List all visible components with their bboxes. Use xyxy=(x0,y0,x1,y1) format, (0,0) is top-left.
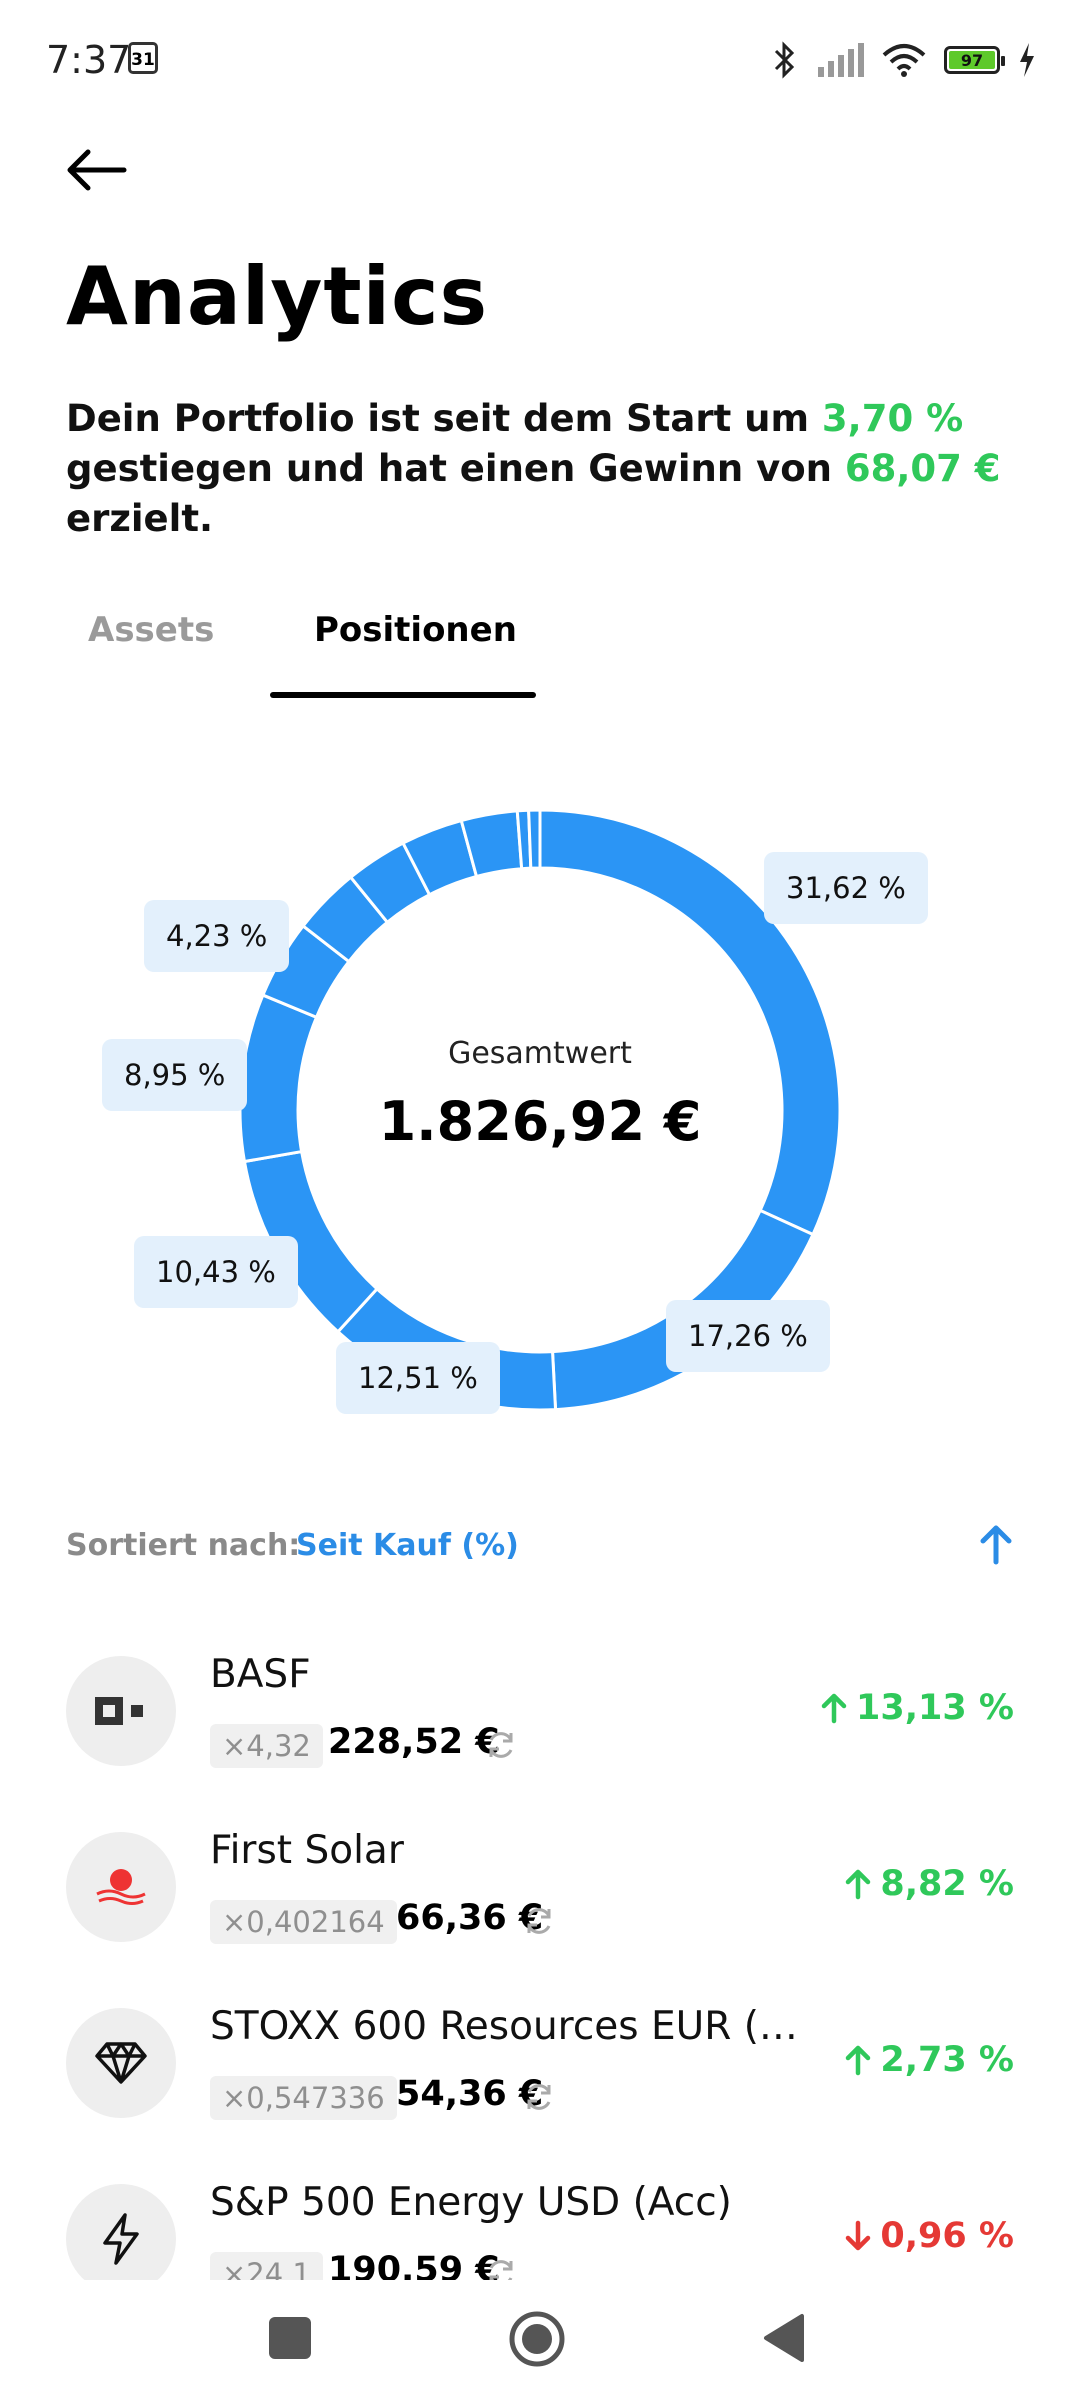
wifi-icon xyxy=(882,44,926,77)
battery-icon: 97 xyxy=(944,46,1005,74)
position-change: 8,82 % xyxy=(844,1864,1014,1904)
system-nav-bar xyxy=(0,2280,1080,2400)
back-nav-button[interactable] xyxy=(762,2312,806,2368)
position-change: 2,73 % xyxy=(844,2040,1014,2080)
arrow-up-icon xyxy=(821,1693,847,1724)
donut-slice[interactable] xyxy=(527,808,542,870)
position-name: STOXX 600 Resources EUR (A... xyxy=(210,2004,820,2049)
bluetooth-icon xyxy=(774,41,795,79)
donut-slice[interactable] xyxy=(238,993,319,1164)
tab-indicator xyxy=(270,692,536,698)
sync-icon xyxy=(489,1732,513,1758)
signal-icon xyxy=(818,43,864,77)
triangle-back-icon xyxy=(764,2314,804,2362)
arrow-left-icon xyxy=(67,149,127,191)
position-value: 228,52 € xyxy=(328,1722,500,1762)
slice-label: 8,95 % xyxy=(102,1039,248,1111)
position-row-basf[interactable]: BASF ×4,32 228,52 € 13,13 % xyxy=(0,1644,1080,1794)
portfolio-growth-percent: 3,70 % xyxy=(821,397,964,440)
portfolio-summary: Dein Portfolio ist seit dem Start um 3,7… xyxy=(66,397,1001,540)
total-value: 1.826,92 € xyxy=(378,1090,702,1153)
sort-direction-button[interactable] xyxy=(976,1522,1016,1566)
page-title: Analytics xyxy=(66,250,489,343)
slice-label: 17,26 % xyxy=(666,1300,830,1372)
square-icon xyxy=(269,2317,311,2359)
slice-label: 31,62 % xyxy=(764,852,928,924)
basf-logo-icon xyxy=(66,1656,176,1766)
status-time: 7:37 xyxy=(46,38,132,82)
position-name: BASF xyxy=(210,1652,311,1697)
charging-icon xyxy=(1020,43,1034,77)
position-quantity: ×0,402164 xyxy=(210,1900,397,1944)
slice-label: 12,51 % xyxy=(336,1342,500,1414)
position-row-first-solar[interactable]: First Solar ×0,402164 66,36 € 8,82 % xyxy=(0,1820,1080,1970)
arrow-up-icon xyxy=(846,2045,871,2076)
sync-icon xyxy=(527,2084,551,2110)
arrow-down-icon xyxy=(846,2220,871,2251)
sync-icon xyxy=(527,1908,551,1934)
sort-selector[interactable]: Seit Kauf (%) xyxy=(296,1528,519,1563)
slice-label: 4,23 % xyxy=(144,900,290,972)
position-quantity: ×4,32 xyxy=(210,1724,323,1768)
tab-positionen[interactable]: Positionen xyxy=(314,610,517,650)
portfolio-gain-amount: 68,07 € xyxy=(844,447,1001,490)
lightning-icon xyxy=(66,2184,176,2294)
position-quantity: ×0,547336 xyxy=(210,2076,397,2120)
first-solar-logo-icon xyxy=(66,1832,176,1942)
diamond-icon xyxy=(66,2008,176,2118)
home-button[interactable] xyxy=(508,2310,566,2372)
tab-assets[interactable]: Assets xyxy=(88,610,214,650)
position-name: First Solar xyxy=(210,1828,404,1873)
allocation-donut-chart: 31,62 % 17,26 % 12,51 % 10,43 % 8,95 % 4… xyxy=(0,740,1080,1420)
slice-label: 10,43 % xyxy=(134,1236,298,1308)
position-row-stoxx-600-resources[interactable]: STOXX 600 Resources EUR (A... ×0,547336 … xyxy=(0,1996,1080,2146)
back-button[interactable] xyxy=(62,135,132,205)
position-name: S&P 500 Energy USD (Acc) xyxy=(210,2180,732,2225)
recents-button[interactable] xyxy=(268,2316,312,2364)
arrow-up-icon xyxy=(846,1869,871,1900)
position-change: 0,96 % xyxy=(844,2216,1014,2256)
total-value-label: Gesamtwert xyxy=(448,1036,632,1071)
sort-label: Sortiert nach: xyxy=(66,1528,301,1563)
status-icons: 97 xyxy=(772,38,1036,82)
home-circle-icon xyxy=(509,2311,565,2367)
position-change: 13,13 % xyxy=(820,1688,1014,1728)
arrow-up-icon xyxy=(980,1525,1012,1565)
calendar-icon: 31 xyxy=(128,42,158,74)
